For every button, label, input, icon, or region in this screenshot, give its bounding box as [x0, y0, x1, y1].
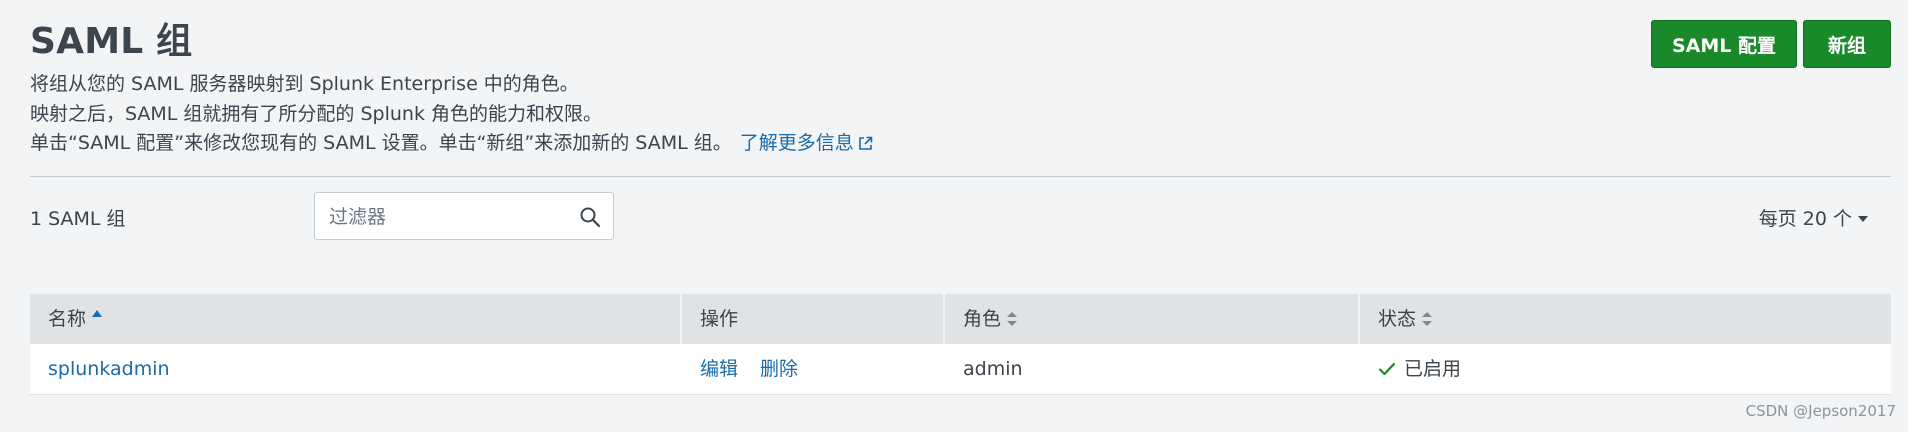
chevron-down-icon	[1858, 216, 1868, 222]
page-description: 将组从您的 SAML 服务器映射到 Splunk Enterprise 中的角色…	[30, 70, 873, 159]
check-icon	[1378, 362, 1396, 376]
watermark: CSDN @Jepson2017	[1745, 402, 1896, 420]
description-line-2: 映射之后，SAML 组就拥有了所分配的 Splunk 角色的能力和权限。	[30, 102, 602, 125]
cell-actions: 编辑 删除	[680, 344, 943, 394]
group-count: 1 SAML 组	[30, 208, 126, 230]
description-line-3-text: 单击“SAML 配置”来修改您现有的 SAML 设置。单击“新组”来添加新的 S…	[30, 132, 732, 154]
saml-groups-page: SAML 组 将组从您的 SAML 服务器映射到 Splunk Enterpri…	[0, 0, 1908, 432]
edit-link[interactable]: 编辑	[700, 358, 738, 380]
filter-input[interactable]	[327, 193, 581, 241]
column-header-status[interactable]: 状态	[1358, 294, 1891, 344]
sort-icon	[1007, 312, 1018, 326]
cell-name: splunkadmin	[30, 344, 680, 394]
group-name-link[interactable]: splunkadmin	[48, 358, 170, 380]
table-row: splunkadmin 编辑 删除 admin 已启用	[30, 344, 1891, 395]
saml-groups-table: 名称 操作 角色 状态 splunkadmin 编辑 删除 admin 已启用	[30, 294, 1891, 395]
column-header-status-label: 状态	[1378, 308, 1417, 330]
sort-icon	[1422, 312, 1433, 326]
new-group-button[interactable]: 新组	[1803, 20, 1891, 68]
table-header: 名称 操作 角色 状态	[30, 294, 1891, 344]
cell-status: 已启用	[1358, 344, 1891, 394]
per-page-dropdown[interactable]: 每页 20 个	[1759, 204, 1868, 231]
page-title: SAML 组	[30, 21, 193, 62]
filter-box	[314, 192, 614, 241]
external-link-icon	[858, 136, 873, 150]
column-header-actions: 操作	[680, 294, 943, 344]
description-line-3: 单击“SAML 配置”来修改您现有的 SAML 设置。单击“新组”来添加新的 S…	[30, 129, 873, 159]
search-icon[interactable]	[579, 206, 601, 228]
column-header-name[interactable]: 名称	[30, 294, 680, 344]
column-header-actions-label: 操作	[700, 308, 739, 330]
column-header-role[interactable]: 角色	[943, 294, 1358, 344]
status-label: 已启用	[1404, 358, 1462, 380]
sort-asc-icon	[92, 310, 103, 317]
saml-config-button[interactable]: SAML 配置	[1651, 20, 1797, 68]
learn-more-link[interactable]: 了解更多信息	[740, 132, 873, 154]
learn-more-label: 了解更多信息	[739, 132, 854, 154]
per-page-label: 每页 20 个	[1758, 208, 1852, 230]
description-line-1: 将组从您的 SAML 服务器映射到 Splunk Enterprise 中的角色…	[30, 73, 579, 95]
delete-link[interactable]: 删除	[760, 358, 798, 380]
column-header-name-label: 名称	[48, 308, 87, 330]
cell-role: admin	[963, 358, 1023, 380]
column-header-role-label: 角色	[963, 308, 1002, 330]
header-divider	[30, 176, 1891, 177]
